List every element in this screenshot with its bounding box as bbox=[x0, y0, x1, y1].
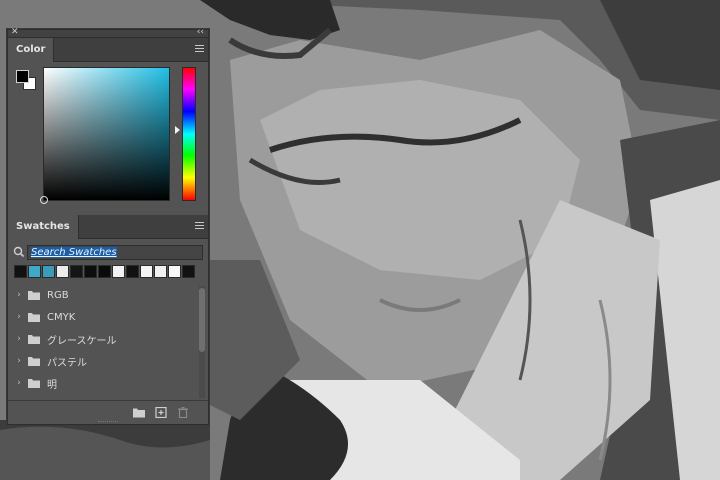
list-item[interactable]: › RGB bbox=[8, 284, 198, 306]
swatches-tab-bar: Swatches bbox=[8, 215, 208, 239]
color-saturation-field[interactable] bbox=[40, 67, 170, 204]
color-swatch[interactable] bbox=[28, 265, 41, 278]
close-panel-icon[interactable]: ✕ bbox=[11, 27, 19, 37]
color-swatch[interactable] bbox=[14, 265, 27, 278]
color-swatch[interactable] bbox=[140, 265, 153, 278]
color-swatch[interactable] bbox=[70, 265, 83, 278]
folder-label: 明 bbox=[47, 379, 57, 391]
color-swatch[interactable] bbox=[182, 265, 195, 278]
folder-label: パステル bbox=[47, 357, 87, 369]
list-scrollbar[interactable] bbox=[199, 286, 205, 398]
list-item[interactable]: › CMYK bbox=[8, 306, 198, 328]
folder-icon bbox=[28, 291, 40, 300]
tab-color[interactable]: Color bbox=[8, 38, 55, 62]
folder-icon bbox=[28, 313, 40, 322]
list-item[interactable]: › 明 bbox=[8, 372, 198, 394]
folder-icon bbox=[28, 335, 40, 344]
recent-swatches-row bbox=[14, 265, 195, 278]
chevron-right-icon[interactable]: › bbox=[13, 290, 25, 300]
list-item[interactable]: › パステル bbox=[8, 350, 198, 372]
hamburger-menu-icon[interactable] bbox=[195, 222, 204, 231]
folder-label: CMYK bbox=[47, 311, 76, 323]
collapse-panel-icon[interactable]: ‹‹ bbox=[197, 27, 204, 37]
hue-slider-marker-icon[interactable] bbox=[175, 126, 180, 134]
hamburger-menu-icon[interactable] bbox=[195, 45, 204, 54]
color-swatch[interactable] bbox=[168, 265, 181, 278]
color-swatches-panel: ✕ ‹‹ Color Swatches Search Swatches › RG… bbox=[7, 27, 209, 425]
swatch-search: Search Swatches bbox=[13, 245, 204, 260]
color-swatch[interactable] bbox=[126, 265, 139, 278]
resize-grip[interactable] bbox=[98, 421, 118, 423]
new-swatch-icon[interactable] bbox=[155, 407, 167, 418]
tab-swatches[interactable]: Swatches bbox=[8, 215, 79, 239]
swatches-bottom-bar bbox=[8, 400, 208, 424]
color-tab-bar: Color bbox=[8, 38, 208, 62]
folder-icon bbox=[28, 379, 40, 388]
swatch-folder-list: › RGB › CMYK › グレースケール › パステル › 明 bbox=[8, 284, 198, 398]
new-group-folder-icon[interactable] bbox=[133, 407, 145, 418]
color-swatch[interactable] bbox=[112, 265, 125, 278]
folder-icon bbox=[28, 357, 40, 366]
scrollbar-thumb[interactable] bbox=[199, 288, 205, 352]
chevron-right-icon[interactable]: › bbox=[13, 378, 25, 388]
color-picker-cursor[interactable] bbox=[40, 196, 48, 204]
color-swatch[interactable] bbox=[154, 265, 167, 278]
chevron-right-icon[interactable]: › bbox=[13, 356, 25, 366]
search-icon bbox=[13, 246, 25, 258]
search-input-value: Search Swatches bbox=[31, 247, 117, 258]
color-swatch[interactable] bbox=[98, 265, 111, 278]
trash-icon[interactable] bbox=[177, 407, 189, 418]
chevron-right-icon[interactable]: › bbox=[13, 312, 25, 322]
search-input[interactable]: Search Swatches bbox=[27, 245, 203, 260]
list-item[interactable]: › グレースケール bbox=[8, 328, 198, 350]
panel-header-bar[interactable]: ✕ ‹‹ bbox=[8, 27, 208, 38]
hue-slider[interactable] bbox=[182, 67, 196, 201]
folder-label: グレースケール bbox=[47, 335, 117, 347]
chevron-right-icon[interactable]: › bbox=[13, 334, 25, 344]
folder-label: RGB bbox=[47, 289, 69, 301]
color-swatch[interactable] bbox=[42, 265, 55, 278]
foreground-color-swatch[interactable] bbox=[16, 70, 29, 83]
color-swatch[interactable] bbox=[84, 265, 97, 278]
color-swatch[interactable] bbox=[56, 265, 69, 278]
